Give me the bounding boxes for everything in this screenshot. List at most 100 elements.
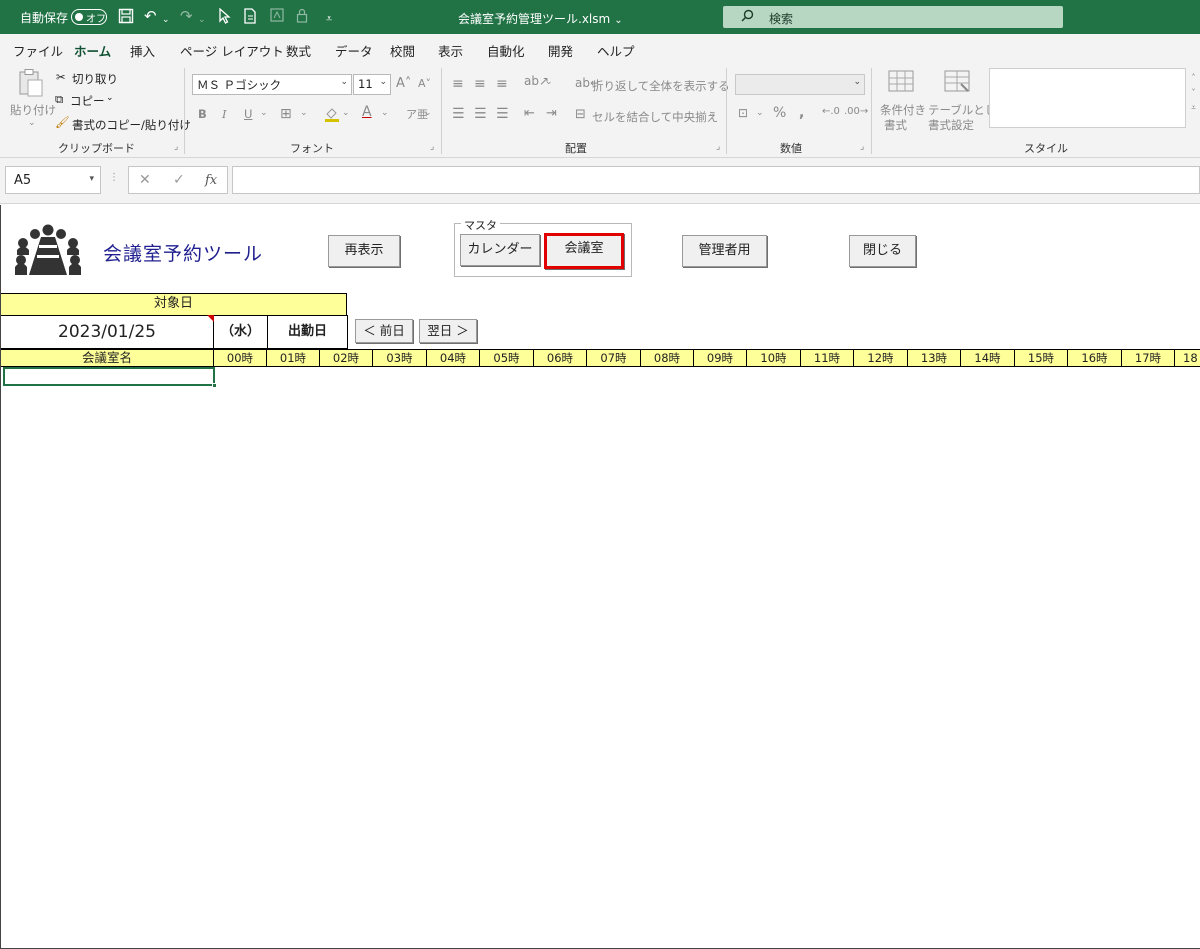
undo-dropdown-icon[interactable]: ⌄ (162, 12, 170, 29)
document-icon[interactable] (243, 8, 257, 28)
tab-insert[interactable]: 挿入 (130, 41, 155, 60)
font-color-dropdown-icon[interactable]: ⌄ (381, 108, 389, 118)
document-title[interactable]: 会議室予約管理ツール.xlsm ⌄ (458, 10, 623, 27)
conditional-format-button[interactable]: 条件付き (880, 102, 926, 118)
number-launcher-icon[interactable]: ⌟ (860, 142, 864, 152)
align-left-icon[interactable]: ☰ (452, 106, 465, 122)
fill-color-icon[interactable] (324, 106, 340, 125)
customize-toolbar-icon[interactable]: ⩡ (326, 10, 332, 27)
italic-button[interactable]: I (222, 107, 227, 121)
wrap-text-button[interactable]: 折り返して全体を表示する (592, 78, 730, 94)
prev-day-button[interactable]: ＜ 前日 (355, 319, 413, 343)
format-painter-button[interactable]: 書式のコピー/貼り付け (72, 117, 191, 133)
merge-dropdown-icon[interactable]: ⌄ (708, 109, 716, 119)
tab-automate[interactable]: 自動化 (487, 41, 525, 60)
paste-button[interactable]: 貼り付け (10, 102, 56, 118)
active-cell[interactable] (3, 367, 217, 388)
comma-style-icon[interactable]: , (799, 105, 804, 121)
tab-review[interactable]: 校閲 (390, 41, 415, 60)
increase-indent-icon[interactable]: ⇥ (546, 106, 557, 121)
decrease-decimal-icon[interactable]: .00→ (844, 106, 868, 117)
date-value-cell[interactable]: 2023/01/25 (1, 315, 214, 349)
form-icon[interactable] (270, 8, 284, 26)
save-icon[interactable] (118, 8, 134, 28)
paste-dropdown-icon[interactable]: ⌄ (28, 118, 36, 128)
gallery-up-icon[interactable]: ˄ (1187, 68, 1200, 88)
insert-function-icon[interactable]: fx (205, 173, 217, 188)
worksheet[interactable]: 会議室予約ツール 再表示 マスタ カレンダー 会議室 管理者用 閉じる 対象日 … (0, 205, 1200, 949)
merge-center-button[interactable]: セルを結合して中央揃え (592, 109, 718, 125)
enter-icon[interactable]: ✓ (173, 172, 185, 188)
tab-formulas[interactable]: 数式 (286, 41, 311, 60)
cancel-icon[interactable]: ✕ (139, 172, 151, 188)
borders-dropdown-icon[interactable]: ⌄ (300, 108, 308, 118)
copy-icon[interactable]: ⧉ (55, 92, 63, 107)
align-middle-icon[interactable]: ≡ (474, 76, 486, 92)
gallery-down-icon[interactable]: ˅ (1187, 88, 1200, 98)
cell-styles-gallery[interactable] (989, 68, 1186, 128)
tab-developer[interactable]: 開発 (548, 41, 573, 60)
tab-data[interactable]: データ (335, 41, 373, 60)
decrease-indent-icon[interactable]: ⇤ (524, 106, 535, 121)
formula-input[interactable] (232, 166, 1200, 194)
tab-file[interactable]: ファイル (13, 41, 63, 60)
phonetic-dropdown-icon[interactable]: ⌄ (424, 108, 432, 118)
align-bottom-icon[interactable]: ≡ (496, 76, 508, 92)
align-center-icon[interactable]: ☰ (474, 106, 487, 122)
gallery-scroll[interactable]: ˄ ˅ ⩡ (1187, 68, 1200, 128)
bold-button[interactable]: B (198, 107, 207, 121)
gallery-more-icon[interactable]: ⩡ (1187, 98, 1200, 118)
merge-center-icon[interactable]: ⊟ (575, 107, 586, 122)
calendar-button[interactable]: カレンダー (460, 234, 540, 266)
refresh-button[interactable]: 再表示 (328, 235, 400, 267)
accounting-format-icon[interactable]: ⊡ (738, 106, 748, 120)
number-format-select[interactable]: ⌄ (735, 74, 865, 95)
search-box[interactable]: 検索 (723, 6, 1063, 28)
conditional-format-button-line2[interactable]: 書式 (884, 117, 907, 133)
rooms-button[interactable]: 会議室 (544, 233, 624, 269)
tab-home[interactable]: ホーム (74, 41, 112, 66)
formula-bar-grip-icon[interactable]: ⋮ (109, 172, 119, 183)
accounting-dropdown-icon[interactable]: ⌄ (756, 108, 764, 118)
copy-button[interactable]: コピー (70, 93, 105, 109)
autosave-toggle[interactable]: オフ (71, 9, 107, 25)
font-name-select[interactable]: ＭＳ Ｐゴシック ⌄ (192, 74, 352, 95)
admin-button[interactable]: 管理者用 (682, 235, 767, 267)
conditional-format-icon[interactable] (888, 70, 914, 95)
font-shrink-icon[interactable]: A˅ (418, 77, 431, 90)
paste-icon[interactable] (18, 68, 44, 101)
underline-button[interactable]: U (244, 107, 252, 121)
next-day-button[interactable]: 翌日 ＞ (419, 319, 477, 343)
align-right-icon[interactable]: ☰ (496, 106, 509, 122)
fill-handle[interactable] (212, 383, 217, 388)
borders-icon[interactable]: ⊞ (280, 106, 292, 122)
redo-icon[interactable]: ↷ (180, 8, 193, 25)
undo-icon[interactable]: ↶ (144, 8, 157, 25)
format-as-table-icon[interactable] (944, 70, 970, 95)
clipboard-launcher-icon[interactable]: ⌟ (174, 142, 178, 152)
underline-dropdown-icon[interactable]: ⌄ (260, 108, 268, 118)
orientation-dropdown-icon[interactable]: ⌄ (545, 77, 553, 87)
increase-decimal-icon[interactable]: ←.0 (822, 106, 840, 117)
tab-help[interactable]: ヘルプ (597, 41, 635, 60)
redo-dropdown-icon[interactable]: ⌄ (198, 12, 206, 29)
close-button[interactable]: 閉じる (849, 235, 916, 267)
tab-view[interactable]: 表示 (438, 41, 463, 60)
percent-icon[interactable]: % (773, 105, 786, 121)
alignment-launcher-icon[interactable]: ⌟ (716, 142, 720, 152)
cut-icon[interactable]: ✂ (56, 70, 66, 84)
cut-button[interactable]: 切り取り (72, 71, 118, 87)
font-launcher-icon[interactable]: ⌟ (430, 142, 434, 152)
pointer-icon[interactable] (218, 7, 232, 28)
tab-page-layout[interactable]: ページ レイアウト (180, 41, 284, 60)
format-as-table-button-line2[interactable]: 書式設定 (928, 117, 974, 133)
lock-icon[interactable] (296, 8, 308, 27)
format-painter-icon[interactable]: 🖌 (55, 115, 70, 129)
font-color-icon[interactable]: A (362, 104, 372, 120)
copy-dropdown-icon[interactable]: ⌄ (106, 93, 114, 103)
font-grow-icon[interactable]: A˄ (396, 76, 411, 91)
name-box[interactable]: A5 ▾ (5, 166, 101, 194)
font-size-select[interactable]: 11 ⌄ (353, 74, 391, 95)
fill-color-dropdown-icon[interactable]: ⌄ (342, 108, 350, 118)
align-top-icon[interactable]: ≡ (452, 76, 464, 92)
